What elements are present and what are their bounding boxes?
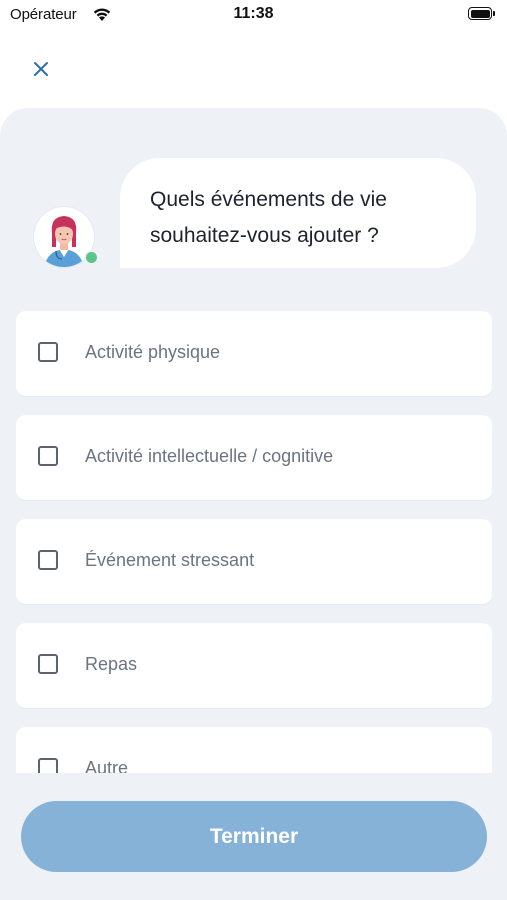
checkbox[interactable]	[38, 550, 58, 570]
status-bar: Opérateur 11:38	[0, 0, 507, 32]
option-activite-intellectuelle[interactable]: Activité intellectuelle / cognitive	[16, 415, 492, 500]
checkbox[interactable]	[38, 446, 58, 466]
option-evenement-stressant[interactable]: Événement stressant	[16, 519, 492, 604]
question-text: Quels événements de vie souhaitez-vous a…	[150, 188, 387, 247]
option-label: Activité physique	[85, 342, 221, 362]
close-icon	[34, 62, 48, 76]
checkbox[interactable]	[38, 758, 58, 773]
option-activite-physique[interactable]: Activité physique	[16, 311, 492, 396]
checkbox[interactable]	[38, 342, 58, 362]
online-status-dot	[84, 250, 99, 265]
question-bubble: Quels événements de vie souhaitez-vous a…	[120, 158, 476, 268]
checkbox[interactable]	[38, 654, 58, 674]
finish-button[interactable]: Terminer	[21, 801, 487, 872]
close-button[interactable]	[26, 54, 56, 84]
option-autre[interactable]: Autre	[16, 727, 492, 773]
clock: 11:38	[233, 5, 274, 22]
options-list: Activité physique Activité intellectuell…	[16, 311, 492, 773]
option-repas[interactable]: Repas	[16, 623, 492, 708]
battery-icon	[468, 7, 496, 21]
option-label: Activité intellectuelle / cognitive	[85, 446, 334, 466]
option-label: Autre	[85, 758, 129, 773]
option-label: Repas	[85, 654, 138, 674]
option-label: Événement stressant	[85, 550, 255, 570]
